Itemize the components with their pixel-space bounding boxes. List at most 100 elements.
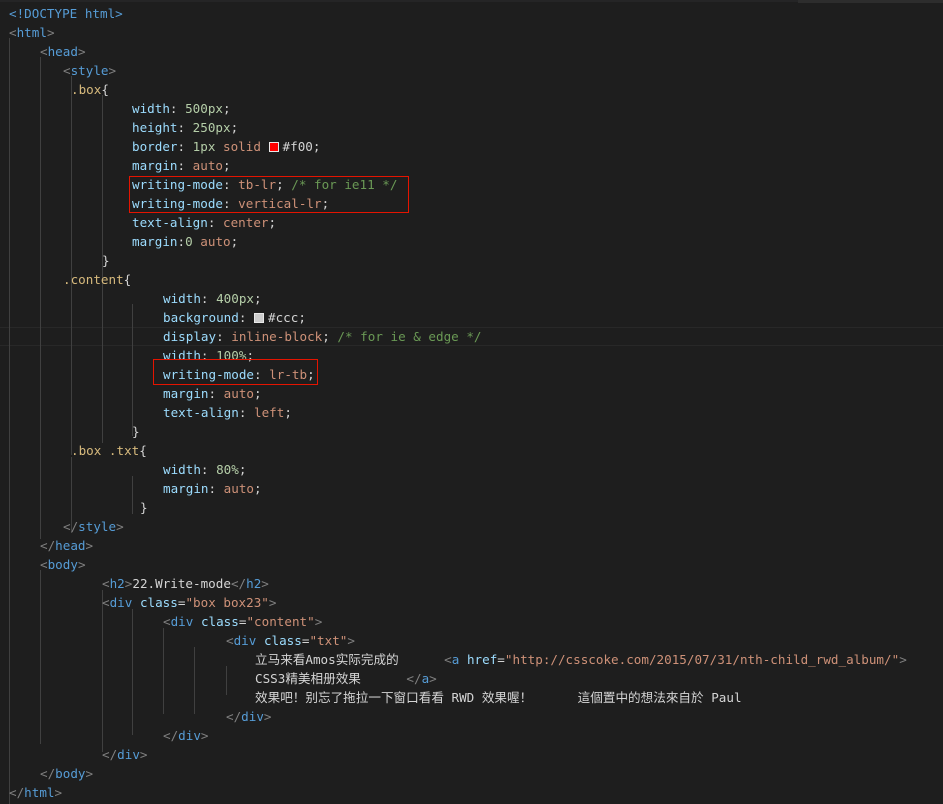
code-token-text: = [497,652,505,667]
code-token-string: auto [223,386,255,401]
indent-guide-line [132,609,133,735]
code-token-number: 0 [185,234,193,249]
code-line[interactable]: height: 250px; [132,118,238,137]
code-token-tag: head [55,538,86,553]
code-token-attribute: display [163,329,217,344]
code-token-text: } [102,253,110,268]
code-token-string: auto [223,481,255,496]
code-token-text: ; [284,405,292,420]
indent-guide-line [132,304,133,436]
code-line[interactable]: </html> [9,783,62,802]
code-token-attribute: class [263,633,302,648]
code-token-text: : [177,158,193,173]
code-line[interactable]: margin: auto; [132,156,231,175]
code-token-tag: <!DOCTYPE html> [9,6,123,21]
code-line[interactable]: </div> [163,726,209,745]
code-token-punct: < [163,614,171,629]
code-line[interactable]: } [102,251,110,270]
code-line[interactable]: </div> [226,707,272,726]
code-token-punct: </ [226,709,242,724]
code-line[interactable]: margin: auto; [163,479,262,498]
code-line[interactable]: width: 80%; [163,460,246,479]
code-line[interactable]: <h2>22.Write-mode</h2> [102,574,269,593]
code-line[interactable]: width: 500px; [132,99,231,118]
code-token-selector: .content [63,272,124,287]
lr-tb-highlight-box [153,359,318,385]
code-token-punct: < [102,576,110,591]
code-token-attribute: margin [163,481,209,496]
code-token-text: ; [238,462,247,477]
code-token-string: solid [223,139,261,154]
code-token-tag: html [16,25,47,40]
code-token-tag: h2 [246,576,262,591]
code-token-tag: div [233,633,257,648]
code-token-tag: style [70,63,109,78]
code-line[interactable]: display: inline-block; /* for ie & edge … [163,327,481,346]
code-token-number: 400px [216,291,255,306]
code-token-number: 250px [192,120,231,135]
code-token-text: #ccc [268,310,299,325]
code-line[interactable]: <head> [40,42,86,61]
color-swatch[interactable] [254,313,264,323]
code-line[interactable]: <div class="box box23"> [102,593,276,612]
code-token-string: auto [192,158,224,173]
code-token-punct: > [85,538,94,553]
code-token-punct: < [444,652,452,667]
code-token-text: } [140,500,148,515]
code-token-punct: > [314,614,323,629]
code-token-text: : [208,386,224,401]
code-line[interactable]: <html> [9,23,55,42]
code-line[interactable]: </div> [102,745,148,764]
code-line[interactable]: <!DOCTYPE html> [9,4,123,23]
code-line[interactable]: 效果吧！别忘了拖拉一下窗口看看 RWD 效果喔！ 這個置中的想法來自於 Paul [255,688,742,707]
code-line[interactable]: background: #ccc; [163,308,306,327]
code-token-attribute: width [132,101,170,116]
code-line[interactable]: .box{ [71,80,109,99]
code-line[interactable]: text-align: left; [163,403,292,422]
code-token-punct: > [77,44,86,59]
code-line[interactable]: </style> [63,517,124,536]
code-token-punct: > [139,747,148,762]
code-token-text: : [200,291,217,306]
code-token-text: ; [223,158,231,173]
code-token-text: ; [254,386,262,401]
code-token-text: ; [322,329,338,344]
code-line[interactable]: text-align: center; [132,213,276,232]
code-line[interactable]: CSS3精美相册效果 </a> [255,669,437,688]
color-swatch[interactable] [268,142,279,152]
code-token-attribute: margin [132,158,178,173]
code-token-punct: > [261,576,269,591]
code-token-punct: > [347,633,355,648]
code-editor[interactable]: <!DOCTYPE html> <html> <head> <style> .box{w… [0,0,943,804]
code-line[interactable]: } [132,422,140,441]
code-token-tag: head [47,44,78,59]
code-token-tag: body [55,766,86,781]
code-token-punct: > [263,709,272,724]
code-line[interactable]: .content{ [63,270,131,289]
code-line[interactable]: 立马来看Amos实际完成的 <a href="http://csscoke.co… [255,650,907,669]
code-line[interactable]: margin: auto; [163,384,262,403]
code-token-attribute: class [139,595,178,610]
code-token-tag: div [109,595,133,610]
code-line[interactable]: </body> [40,764,93,783]
code-token-attribute: class [200,614,239,629]
code-token-string: "txt" [309,633,348,648]
code-token-text: : [200,462,217,477]
code-token-text: ; [223,101,231,116]
code-line[interactable]: width: 400px; [163,289,262,308]
code-line[interactable]: margin:0 auto; [132,232,238,251]
code-line[interactable]: .box .txt{ [71,441,147,460]
code-token-text: : [177,120,193,135]
code-line[interactable]: border: 1px solid #f00; [132,137,320,156]
code-token-comment: /* for ie & edge */ [337,329,482,344]
code-line[interactable]: <style> [63,61,116,80]
code-line[interactable]: <div class="content"> [163,612,322,631]
code-token-string: center [223,215,269,230]
code-line[interactable]: <body> [40,555,86,574]
code-line[interactable]: </head> [40,536,93,555]
code-line[interactable]: <div class="txt"> [226,631,355,650]
code-line[interactable]: } [140,498,148,517]
